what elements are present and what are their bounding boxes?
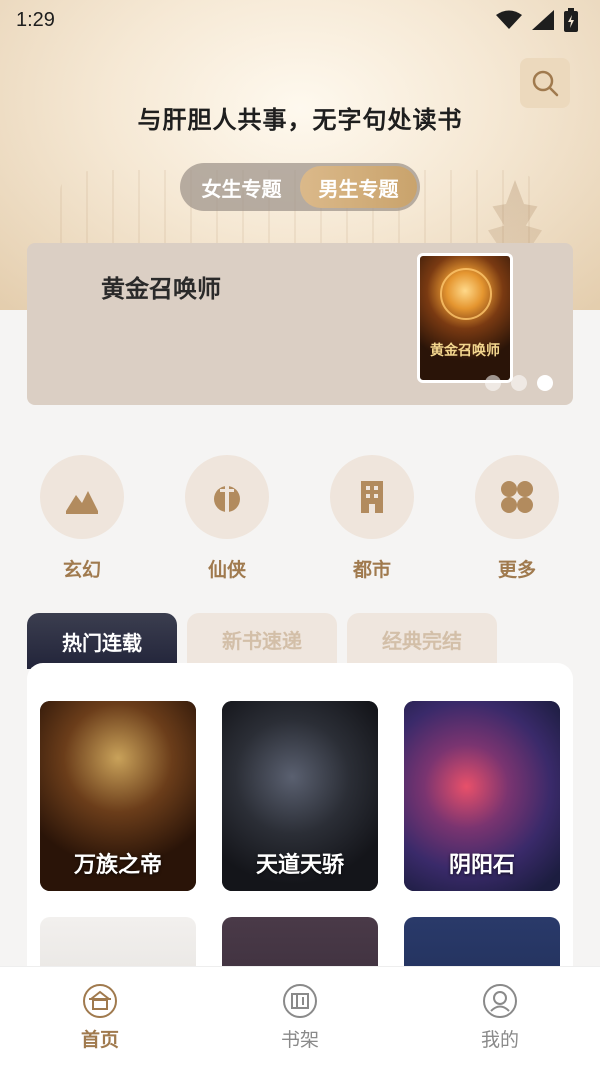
pagination-dot[interactable] <box>511 375 527 391</box>
nav-profile[interactable]: 我的 <box>400 967 600 1066</box>
category-label: 仙侠 <box>207 559 246 581</box>
tab-male[interactable]: 男生专题 <box>300 166 417 208</box>
category-label: 玄幻 <box>62 559 101 581</box>
category-icon-circle <box>475 455 559 539</box>
tab-hot-serial[interactable]: 热门连载 <box>27 613 177 669</box>
banner-title: 黄金召唤师 <box>101 274 221 303</box>
grid-icon <box>501 481 533 513</box>
banner-pagination <box>485 375 553 391</box>
tab-female[interactable]: 女生专题 <box>183 166 300 208</box>
status-time: 1:29 <box>16 8 55 31</box>
category-label: 更多 <box>497 559 536 581</box>
profile-icon <box>483 984 517 1018</box>
nav-home[interactable]: 首页 <box>0 967 200 1066</box>
category-icon-circle <box>185 455 269 539</box>
banner-cover-title: 黄金召唤师 <box>430 343 500 359</box>
search-icon <box>532 70 559 97</box>
category-dushi[interactable]: 都市 <box>330 455 414 582</box>
bookshelf-icon <box>283 984 317 1018</box>
pagination-dot-active[interactable] <box>537 375 553 391</box>
bottom-navigation: 首页 书架 我的 <box>0 966 600 1066</box>
book-grid: 万族之帝 天道天骄 阴阳石 <box>27 663 573 1003</box>
category-label: 都市 <box>352 559 391 581</box>
book-title: 天道天骄 <box>255 853 344 878</box>
nav-bookshelf[interactable]: 书架 <box>200 967 400 1066</box>
category-more[interactable]: 更多 <box>475 455 559 582</box>
book-card[interactable]: 天道天骄 <box>222 701 378 891</box>
gender-toggle: 女生专题 男生专题 <box>180 163 420 211</box>
status-icons <box>496 8 578 32</box>
tab-new-books[interactable]: 新书速递 <box>187 613 337 665</box>
tab-classic-finished[interactable]: 经典完结 <box>347 613 497 665</box>
nav-label: 书架 <box>280 1029 319 1051</box>
book-list-tabs: 热门连载 新书速递 经典完结 <box>27 613 573 669</box>
status-bar: 1:29 <box>0 0 600 40</box>
battery-icon <box>564 8 578 32</box>
category-row: 玄幻 仙侠 都市 更多 <box>0 455 600 585</box>
book-title: 万族之帝 <box>73 853 162 878</box>
building-icon <box>361 481 383 513</box>
cover-ring-art <box>440 268 492 320</box>
slogan: 与肝胆人共事，无字句处读书 <box>137 105 463 134</box>
category-icon-circle <box>330 455 414 539</box>
category-xianxia[interactable]: 仙侠 <box>185 455 269 582</box>
nav-label: 首页 <box>80 1029 119 1051</box>
book-card[interactable]: 万族之帝 <box>40 701 196 891</box>
category-xuanhuan[interactable]: 玄幻 <box>40 455 124 582</box>
featured-banner[interactable]: 黄金召唤师 黄金召唤师 <box>27 243 573 405</box>
home-icon <box>83 984 117 1018</box>
mountain-icon <box>66 491 98 514</box>
banner-book-cover[interactable]: 黄金召唤师 <box>417 253 513 383</box>
signal-icon <box>532 10 554 30</box>
sword-icon <box>214 481 240 513</box>
book-card[interactable]: 阴阳石 <box>404 701 560 891</box>
wifi-icon <box>496 10 522 29</box>
category-icon-circle <box>40 455 124 539</box>
nav-label: 我的 <box>480 1029 519 1051</box>
pagination-dot[interactable] <box>485 375 501 391</box>
book-title: 阴阳石 <box>448 853 515 878</box>
